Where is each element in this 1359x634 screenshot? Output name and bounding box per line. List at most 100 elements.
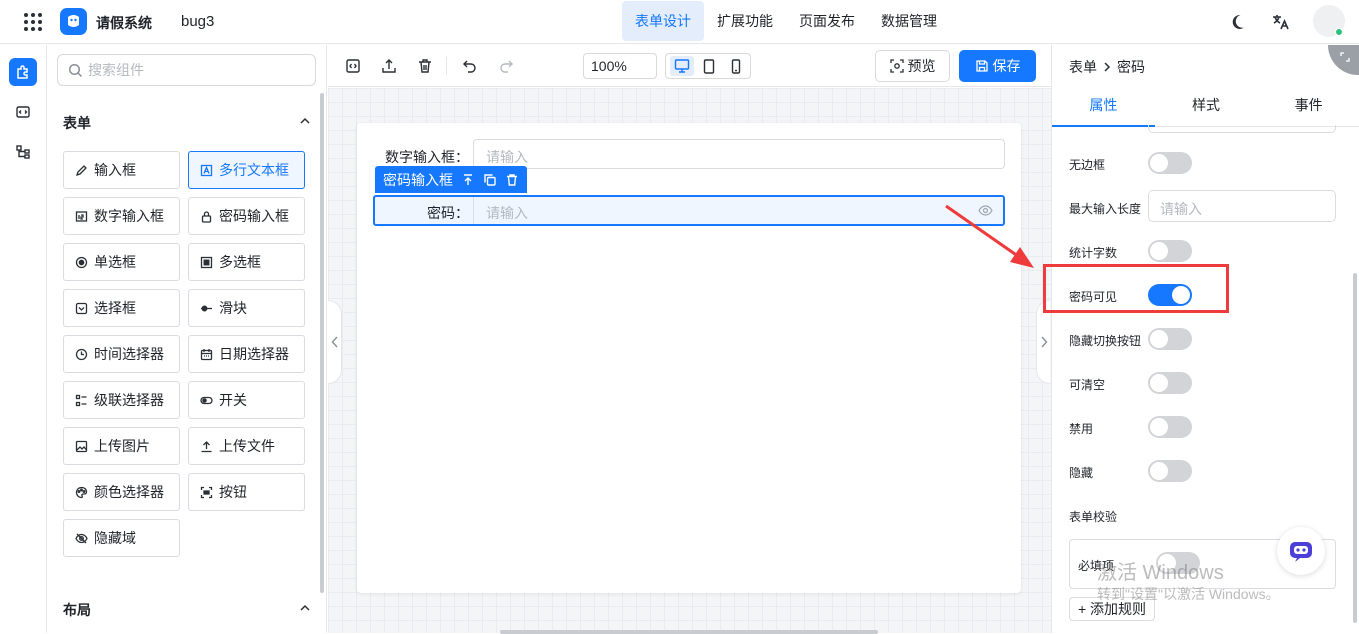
toggle-clearable[interactable] — [1148, 372, 1192, 394]
label-no-border: 无边框 — [1069, 158, 1106, 172]
component-switch[interactable]: 开关 — [188, 381, 305, 419]
component-label: 多选框 — [219, 254, 261, 270]
component-checkbox[interactable]: 多选框 — [188, 243, 305, 281]
component-image[interactable]: 上传图片 — [63, 427, 180, 465]
component-radio[interactable]: 单选框 — [63, 243, 180, 281]
collapse-left-button[interactable] — [328, 300, 342, 384]
component-label: 选择框 — [94, 300, 136, 316]
apps-grid-icon[interactable] — [22, 11, 44, 33]
chevron-up-icon[interactable] — [299, 602, 311, 614]
tab-styles[interactable]: 样式 — [1155, 87, 1258, 126]
tablet-icon[interactable] — [697, 56, 721, 76]
top-bar: 请假系统 bug3 表单设计 扩展功能 页面发布 数据管理 — [0, 0, 1359, 44]
component-eye-off[interactable]: 隐藏域 — [63, 519, 180, 557]
component-lock[interactable]: 密码输入框 — [188, 197, 305, 235]
chevron-right-icon — [1040, 336, 1047, 348]
zoom-select[interactable]: 100% — [583, 53, 657, 79]
component-cascader[interactable]: 级联选择器 — [63, 381, 180, 419]
assistant-bot-button[interactable] — [1277, 527, 1325, 575]
translate-icon[interactable] — [1271, 12, 1291, 32]
component-slider[interactable]: 滑块 — [188, 289, 305, 327]
props-scrollbar[interactable] — [1353, 273, 1357, 623]
component-label: 密码输入框 — [219, 208, 289, 224]
previous-input-field[interactable] — [1148, 125, 1336, 133]
toggle-disabled[interactable] — [1148, 416, 1192, 438]
component-pencil[interactable]: 输入框 — [63, 151, 180, 189]
left-rail — [0, 45, 47, 633]
clock-icon — [75, 348, 88, 360]
component-palette[interactable]: 颜色选择器 — [63, 473, 180, 511]
preview-label: 预览 — [907, 58, 936, 74]
canvas-scrollbar[interactable] — [500, 630, 878, 634]
component-upload[interactable]: 上传文件 — [188, 427, 305, 465]
save-button[interactable]: 保存 — [959, 50, 1036, 82]
component-clock[interactable]: 时间选择器 — [63, 335, 180, 373]
nav-page-publish[interactable]: 页面发布 — [786, 1, 868, 41]
toggle-word-count[interactable] — [1148, 240, 1192, 262]
form-card: 数字输入框： 请输入 密码输入框 密码： 请输入 — [357, 123, 1021, 593]
redo-icon[interactable] — [497, 57, 515, 75]
field-divider — [473, 197, 474, 224]
component-select[interactable]: 选择框 — [63, 289, 180, 327]
placeholder: 请输入 — [1160, 201, 1202, 217]
preview-button[interactable]: 预览 — [875, 50, 950, 82]
selected-field-name: 密码输入框 — [383, 171, 453, 188]
trash-icon[interactable] — [505, 173, 519, 187]
component-label: 上传图片 — [94, 438, 150, 454]
panel-scrollbar[interactable] — [320, 93, 324, 593]
field-label-password: 密码： — [427, 205, 469, 221]
breadcrumb: 表单 密码 — [1069, 57, 1145, 77]
copy-icon[interactable] — [483, 173, 497, 187]
palette-icon — [75, 486, 88, 498]
form-name[interactable]: bug3 — [181, 13, 214, 30]
selected-password-field[interactable]: 密码： 请输入 — [373, 195, 1005, 226]
calendar-icon — [200, 348, 213, 360]
code-view-icon[interactable] — [344, 57, 362, 75]
component-button[interactable]: 按钮 — [188, 473, 305, 511]
nav-extensions[interactable]: 扩展功能 — [704, 1, 786, 41]
textarea-icon — [200, 164, 213, 176]
components-panel: 表单 输入框 多行文本框数字输入框 密码输入框单选框 多选框选择框 滑块时间选择器 日期选… — [47, 45, 327, 633]
component-label: 输入框 — [94, 162, 136, 178]
number-input-field[interactable]: 请输入 — [473, 139, 1005, 169]
trash-icon[interactable] — [416, 57, 434, 75]
nav-data-management[interactable]: 数据管理 — [868, 1, 950, 41]
toggle-no-border[interactable] — [1148, 152, 1192, 174]
rail-components-icon[interactable] — [9, 58, 37, 86]
mobile-icon[interactable] — [724, 56, 748, 76]
export-icon[interactable] — [380, 57, 398, 75]
device-switcher — [665, 53, 751, 79]
canvas-toolbar: 100% 预览 保存 — [328, 45, 1051, 87]
lock-icon — [201, 210, 212, 223]
chevron-right-icon — [1104, 62, 1111, 72]
tab-events[interactable]: 事件 — [1257, 87, 1359, 126]
nav-form-design[interactable]: 表单设计 — [622, 1, 704, 41]
field-label-number: 数字输入框： — [385, 149, 469, 165]
upload-icon — [201, 440, 212, 452]
desktop-icon[interactable] — [670, 56, 694, 76]
chevron-up-icon[interactable] — [299, 115, 311, 127]
search-input[interactable] — [88, 56, 308, 84]
highlight-box — [1043, 264, 1229, 313]
toolbar-divider — [446, 57, 447, 75]
component-search[interactable] — [57, 54, 316, 86]
rail-code-icon[interactable] — [9, 98, 37, 126]
dark-mode-moon-icon[interactable] — [1231, 12, 1251, 32]
tab-properties[interactable]: 属性 — [1052, 87, 1155, 127]
max-length-input[interactable]: 请输入 — [1148, 190, 1336, 222]
undo-icon[interactable] — [461, 57, 479, 75]
label-disabled: 禁用 — [1069, 422, 1094, 436]
eye-icon[interactable] — [978, 205, 993, 216]
breadcrumb-field: 密码 — [1117, 59, 1145, 75]
component-label: 多行文本框 — [219, 162, 289, 178]
component-calendar[interactable]: 日期选择器 — [188, 335, 305, 373]
component-number-input[interactable]: 数字输入框 — [63, 197, 180, 235]
move-top-icon[interactable] — [461, 173, 475, 187]
rail-tree-icon[interactable] — [9, 138, 37, 166]
toggle-hide-toggle-button[interactable] — [1148, 328, 1192, 350]
expand-corner[interactable] — [1328, 45, 1359, 75]
component-label: 按钮 — [219, 484, 247, 500]
toggle-hidden[interactable] — [1148, 460, 1192, 482]
component-textarea[interactable]: 多行文本框 — [188, 151, 305, 189]
breadcrumb-form[interactable]: 表单 — [1069, 57, 1097, 77]
